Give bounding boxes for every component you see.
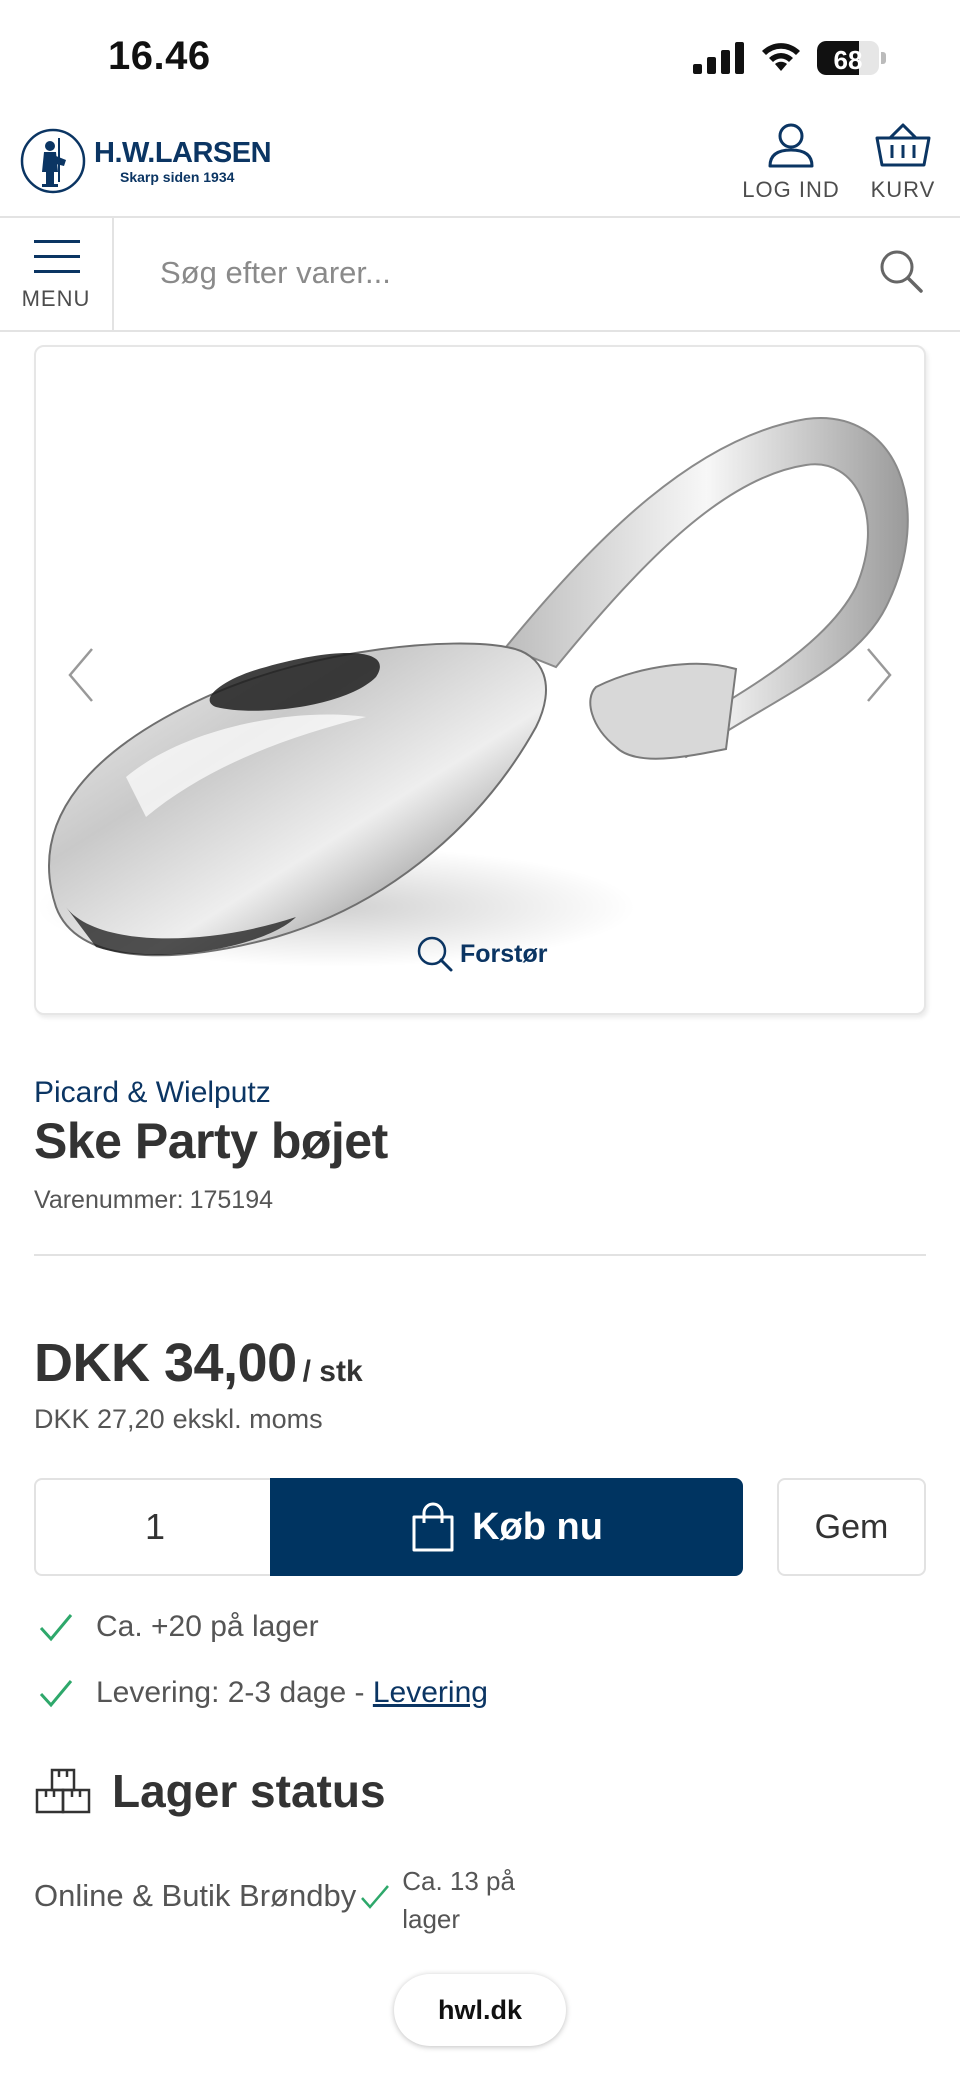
basket-icon [875, 123, 931, 167]
menu-button[interactable]: MENU [0, 218, 114, 330]
hamburger-icon [34, 240, 80, 273]
price-unit: / stk [302, 1355, 363, 1388]
nav-row: MENU [0, 218, 960, 332]
spoon-product-image [36, 417, 909, 967]
search-input[interactable] [160, 248, 840, 298]
stock-text: Ca. +20 på lager [96, 1610, 319, 1643]
product-title: Ske Party bøjet [34, 1113, 388, 1169]
buy-now-label: Køb nu [472, 1505, 603, 1548]
save-label: Gem [814, 1507, 889, 1546]
search-icon[interactable] [878, 248, 924, 294]
chevron-right-icon[interactable] [864, 647, 894, 703]
login-button[interactable]: LOG IND [736, 122, 846, 203]
product-price: DKK 34,00/ stk [34, 1332, 363, 1394]
lager-status-title: Lager status [112, 1765, 386, 1817]
shopping-bag-icon [412, 1502, 454, 1552]
divider [34, 1254, 926, 1256]
status-icons: 68 [693, 38, 886, 78]
delivery-text: Levering: 2-3 dage - [96, 1676, 365, 1709]
chevron-left-icon[interactable] [66, 647, 96, 703]
price-ex-vat-value: DKK 27,20 [34, 1404, 165, 1434]
magnifier-icon [417, 936, 453, 972]
login-label: LOG IND [742, 177, 840, 202]
price-value: DKK 34,00 [34, 1333, 297, 1393]
cellular-signal-icon [693, 42, 744, 74]
product-sku: Varenummer: 175194 [34, 1186, 273, 1215]
lager-status-header: Lager status [34, 1764, 386, 1818]
logo-tagline: Skarp siden 1934 [120, 169, 235, 185]
boxes-icon [35, 1768, 91, 1814]
checkmark-icon [39, 1680, 73, 1708]
battery-icon: 68 [817, 41, 879, 75]
menu-label: MENU [21, 286, 91, 311]
logo-name: H.W.LARSEN [94, 137, 272, 169]
buy-now-button[interactable]: Køb nu [270, 1478, 743, 1576]
store-quantity: Ca. 13 på lager [402, 1866, 515, 1934]
save-button[interactable]: Gem [777, 1478, 926, 1576]
store-name: Online & Butik Brøndby [34, 1878, 357, 1913]
sku-value: 175194 [189, 1186, 274, 1214]
knight-emblem-icon [20, 128, 86, 194]
site-logo[interactable]: H.W.LARSEN Skarp siden 1934 [20, 126, 272, 196]
product-brand[interactable]: Picard & Wielputz [34, 1076, 271, 1110]
browser-url: hwl.dk [437, 1994, 522, 2025]
cart-label: KURV [870, 177, 936, 202]
delivery-status: Levering: 2-3 dage - Levering [38, 1676, 488, 1710]
product-gallery[interactable]: Forstør [34, 345, 926, 1015]
checkmark-icon [39, 1614, 73, 1642]
price-ex-vat: DKK 27,20 ekskl. moms [34, 1404, 323, 1435]
price-ex-vat-label: ekskl. moms [172, 1404, 323, 1434]
delivery-link[interactable]: Levering [373, 1676, 488, 1709]
status-time: 16.46 [108, 34, 211, 78]
user-icon [768, 123, 814, 168]
site-header: H.W.LARSEN Skarp siden 1934 LOG IND KURV [0, 110, 960, 218]
zoom-label: Forstør [460, 939, 548, 968]
checkmark-icon [361, 1885, 390, 1909]
sku-label: Varenummer: [34, 1186, 184, 1214]
browser-url-bar[interactable]: hwl.dk [394, 1974, 566, 2046]
status-bar: 16.46 68 [0, 0, 960, 110]
stock-status: Ca. +20 på lager [38, 1610, 319, 1644]
wifi-icon [762, 43, 800, 71]
zoom-button[interactable]: Forstør [416, 935, 548, 973]
quantity-input[interactable] [34, 1478, 274, 1576]
store-stock-row: Online & Butik Brøndby Ca. 13 på lager [34, 1862, 542, 1938]
battery-percent: 68 [833, 45, 863, 75]
cart-button[interactable]: KURV [848, 122, 958, 203]
battery-tip [881, 52, 886, 64]
